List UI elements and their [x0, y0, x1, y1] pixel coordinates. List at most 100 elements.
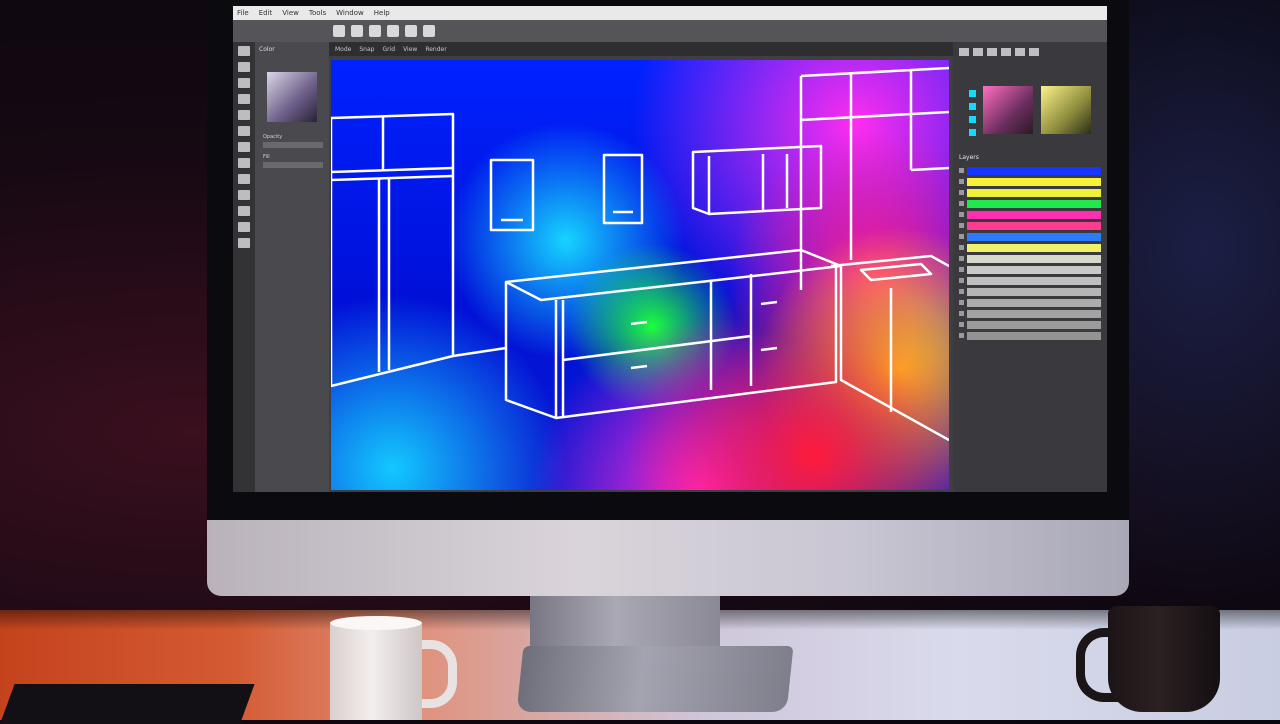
text-tool-icon[interactable] — [238, 174, 250, 184]
hand-tool-icon[interactable] — [238, 206, 250, 216]
panel-tab-icon[interactable] — [959, 48, 969, 56]
layer-row[interactable] — [959, 166, 1101, 175]
menu-help[interactable]: Help — [374, 9, 390, 17]
layer-color-bar — [967, 276, 1101, 285]
visibility-eye-icon[interactable] — [959, 212, 964, 217]
layer-row[interactable] — [959, 177, 1101, 186]
layer-color-bar — [967, 331, 1101, 340]
option-snap[interactable]: Snap — [359, 46, 374, 53]
material-swatch-yellow[interactable] — [1041, 86, 1091, 134]
camera-tool-icon[interactable] — [238, 238, 250, 248]
indicator-icon — [969, 90, 976, 97]
menu-window[interactable]: Window — [336, 9, 364, 17]
panel-tab-icon[interactable] — [987, 48, 997, 56]
layer-row[interactable] — [959, 265, 1101, 274]
layers-title: Layers — [959, 154, 979, 161]
indicator-icon — [969, 116, 976, 123]
layer-row[interactable] — [959, 298, 1101, 307]
move-tool-icon[interactable] — [238, 62, 250, 72]
left-panel-row-label: Opacity — [263, 134, 283, 140]
left-panel-title: Color — [259, 46, 275, 53]
visibility-eye-icon[interactable] — [959, 289, 964, 294]
layer-row[interactable] — [959, 331, 1101, 340]
eraser-tool-icon[interactable] — [238, 142, 250, 152]
white-mug — [330, 620, 422, 720]
opacity-slider[interactable] — [263, 142, 323, 148]
menu-view[interactable]: View — [282, 9, 299, 17]
layer-row[interactable] — [959, 254, 1101, 263]
layer-row[interactable] — [959, 287, 1101, 296]
circle-tool-icon[interactable] — [238, 110, 250, 120]
layer-row[interactable] — [959, 232, 1101, 241]
layer-color-bar — [967, 199, 1101, 208]
line-tool-icon[interactable] — [238, 78, 250, 88]
material-indicators — [969, 90, 976, 136]
layer-row[interactable] — [959, 199, 1101, 208]
layer-row[interactable] — [959, 243, 1101, 252]
menu-tools[interactable]: Tools — [309, 9, 326, 17]
visibility-eye-icon[interactable] — [959, 190, 964, 195]
visibility-eye-icon[interactable] — [959, 179, 964, 184]
fill-slider[interactable] — [263, 162, 323, 168]
option-render[interactable]: Render — [425, 46, 446, 53]
layer-row[interactable] — [959, 320, 1101, 329]
layer-color-bar — [967, 188, 1101, 197]
visibility-eye-icon[interactable] — [959, 278, 964, 283]
option-view[interactable]: View — [403, 46, 417, 53]
white-mug-rim — [330, 616, 422, 630]
brush-tool-icon[interactable] — [238, 126, 250, 136]
material-swatch-pink[interactable] — [983, 86, 1033, 134]
menu-bar: File Edit View Tools Window Help — [233, 6, 1107, 20]
monitor-chin — [207, 520, 1129, 596]
viewport-canvas[interactable] — [331, 60, 949, 490]
option-grid[interactable]: Grid — [382, 46, 395, 53]
menu-file[interactable]: File — [237, 9, 249, 17]
monitor-stand-base — [516, 646, 794, 712]
toolbar-button[interactable] — [369, 25, 381, 37]
layer-color-bar — [967, 309, 1101, 318]
screen: File Edit View Tools Window Help Mode Sn… — [233, 6, 1107, 492]
layer-color-bar — [967, 210, 1101, 219]
layer-row[interactable] — [959, 188, 1101, 197]
panel-tab-icon[interactable] — [1001, 48, 1011, 56]
toolbar-button[interactable] — [351, 25, 363, 37]
layer-row[interactable] — [959, 276, 1101, 285]
toolbar-button[interactable] — [423, 25, 435, 37]
zoom-tool-icon[interactable] — [238, 190, 250, 200]
rectangle-tool-icon[interactable] — [238, 94, 250, 104]
visibility-eye-icon[interactable] — [959, 300, 964, 305]
menu-edit[interactable]: Edit — [259, 9, 273, 17]
toolbar-button[interactable] — [333, 25, 345, 37]
visibility-eye-icon[interactable] — [959, 333, 964, 338]
layer-color-bar — [967, 320, 1101, 329]
layer-row[interactable] — [959, 210, 1101, 219]
select-tool-icon[interactable] — [238, 46, 250, 56]
panel-tab-icon[interactable] — [1029, 48, 1039, 56]
indicator-icon — [969, 103, 976, 110]
measure-tool-icon[interactable] — [238, 222, 250, 232]
color-swatch[interactable] — [267, 72, 317, 122]
visibility-eye-icon[interactable] — [959, 223, 964, 228]
visibility-eye-icon[interactable] — [959, 245, 964, 250]
layer-row[interactable] — [959, 221, 1101, 230]
toolbar — [233, 20, 1107, 42]
layer-color-bar — [967, 287, 1101, 296]
toolbar-button[interactable] — [387, 25, 399, 37]
toolbar-button[interactable] — [405, 25, 417, 37]
visibility-eye-icon[interactable] — [959, 234, 964, 239]
visibility-eye-icon[interactable] — [959, 201, 964, 206]
option-mode[interactable]: Mode — [335, 46, 351, 53]
layer-color-bar — [967, 232, 1101, 241]
indicator-icon — [969, 129, 976, 136]
layer-color-bar — [967, 221, 1101, 230]
visibility-eye-icon[interactable] — [959, 168, 964, 173]
layer-row[interactable] — [959, 309, 1101, 318]
fill-tool-icon[interactable] — [238, 158, 250, 168]
visibility-eye-icon[interactable] — [959, 256, 964, 261]
panel-tab-icon[interactable] — [1015, 48, 1025, 56]
panel-tab-icon[interactable] — [973, 48, 983, 56]
visibility-eye-icon[interactable] — [959, 267, 964, 272]
visibility-eye-icon[interactable] — [959, 322, 964, 327]
visibility-eye-icon[interactable] — [959, 311, 964, 316]
dark-mug — [1108, 606, 1220, 712]
